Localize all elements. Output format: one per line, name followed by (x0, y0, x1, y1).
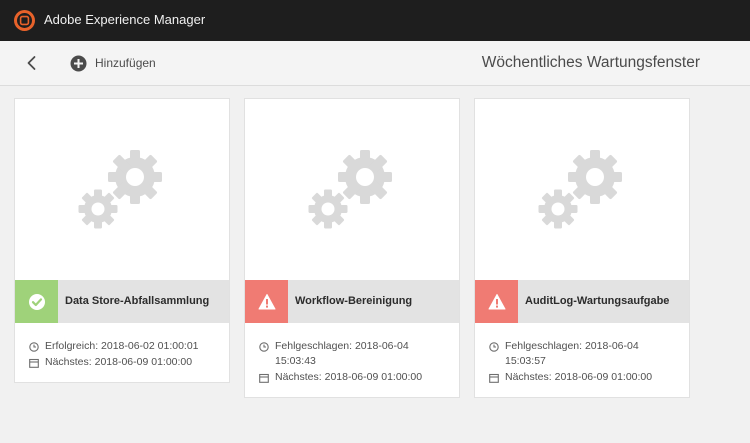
last-run-line: Fehlgeschlagen: 2018-06-04 15:03:43 (259, 339, 449, 369)
calendar-icon (489, 373, 499, 383)
action-bar: Hinzufügen Wöchentliches Wartungsfenster (0, 41, 750, 86)
calendar-icon (259, 373, 269, 383)
task-name: Data Store-Abfallsammlung (65, 295, 210, 307)
status-badge (245, 280, 288, 323)
aem-logo-icon[interactable] (13, 9, 36, 32)
clock-icon (259, 342, 269, 352)
maintenance-task-card[interactable]: AuditLog-Wartungsaufgabe Fehlgeschlagen:… (474, 98, 690, 398)
next-run-line: Nächstes: 2018-06-09 01:00:00 (29, 355, 219, 370)
task-name: AuditLog-Wartungsaufgabe (525, 295, 670, 307)
checkmark-circle-icon (28, 293, 45, 310)
clock-icon (489, 342, 499, 352)
add-button[interactable]: Hinzufügen (70, 54, 156, 72)
card-thumbnail[interactable] (475, 99, 689, 280)
card-meta: Erfolgreich: 2018-06-02 01:00:01 Nächste… (29, 339, 219, 371)
last-run-text: Erfolgreich: 2018-06-02 01:00:01 (45, 340, 199, 352)
card-status-bar: AuditLog-Wartungsaufgabe (475, 280, 689, 323)
page-title: Wöchentliches Wartungsfenster (481, 54, 700, 71)
maintenance-task-card[interactable]: Data Store-Abfallsammlung Erfolgreich: 2… (14, 98, 230, 383)
last-run-text: Fehlgeschlagen: 2018-06-04 15:03:57 (505, 340, 639, 367)
calendar-icon (29, 358, 39, 368)
alert-triangle-icon (488, 293, 505, 309)
next-run-line: Nächstes: 2018-06-09 01:00:00 (489, 370, 679, 385)
next-run-text: Nächstes: 2018-06-09 01:00:00 (505, 371, 653, 383)
gears-icon (538, 150, 622, 229)
maintenance-task-card[interactable]: Workflow-Bereinigung Fehlgeschlagen: 201… (244, 98, 460, 398)
card-status-bar: Data Store-Abfallsammlung (15, 280, 229, 323)
card-meta: Fehlgeschlagen: 2018-06-04 15:03:57 Näch… (489, 339, 679, 386)
last-run-line: Erfolgreich: 2018-06-02 01:00:01 (29, 339, 219, 354)
next-run-line: Nächstes: 2018-06-09 01:00:00 (259, 370, 449, 385)
gears-icon (78, 150, 162, 229)
chevron-left-icon (27, 56, 36, 70)
next-run-text: Nächstes: 2018-06-09 01:00:00 (45, 356, 193, 368)
back-button[interactable] (22, 53, 42, 73)
last-run-line: Fehlgeschlagen: 2018-06-04 15:03:57 (489, 339, 679, 369)
last-run-text: Fehlgeschlagen: 2018-06-04 15:03:43 (275, 340, 409, 367)
shell-header: Adobe Experience Manager (0, 0, 750, 41)
card-thumbnail[interactable] (15, 99, 229, 280)
app-title[interactable]: Adobe Experience Manager (44, 12, 205, 27)
status-badge (475, 280, 518, 323)
card-status-bar: Workflow-Bereinigung (245, 280, 459, 323)
add-button-label: Hinzufügen (95, 56, 156, 70)
gears-icon (308, 150, 392, 229)
clock-icon (29, 342, 39, 352)
alert-triangle-icon (258, 293, 275, 309)
plus-circle-icon (70, 55, 87, 71)
next-run-text: Nächstes: 2018-06-09 01:00:00 (275, 371, 423, 383)
status-badge (15, 280, 58, 323)
card-meta: Fehlgeschlagen: 2018-06-04 15:03:43 Näch… (259, 339, 449, 386)
task-name: Workflow-Bereinigung (295, 295, 413, 307)
card-thumbnail[interactable] (245, 99, 459, 280)
